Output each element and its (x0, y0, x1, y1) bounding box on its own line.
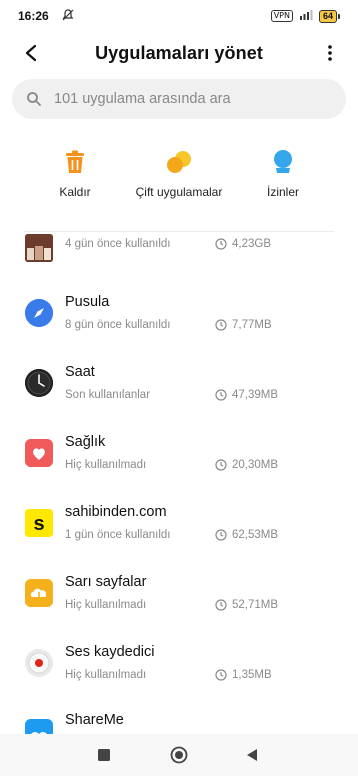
page-title: Uygulamaları yönet (95, 42, 263, 63)
app-usage: 8 gün önce kullanıldı (65, 319, 171, 331)
health-icon (25, 439, 53, 467)
more-vert-icon (328, 45, 332, 61)
app-size-group: 20,30MB (215, 459, 278, 471)
photo-thumb-icon (25, 234, 53, 262)
uninstall-label: Kaldır (59, 185, 91, 199)
clock-icon (215, 669, 227, 681)
app-size-group: 52,71MB (215, 599, 278, 611)
mute-icon (61, 8, 75, 25)
list-item[interactable]: Ses kaydedici Hiç kullanılmadı 1,35MB (0, 634, 358, 704)
permissions-label: İzinler (266, 185, 299, 199)
vpn-badge: VPN (270, 10, 293, 22)
app-usage: 4 gün önce kullanıldı (65, 238, 171, 250)
app-size: 62,53MB (232, 529, 279, 541)
clock-icon (215, 529, 227, 541)
search-icon (27, 92, 41, 106)
app-usage: Hiç kullanılmadı (65, 459, 147, 471)
back-arrow-icon (25, 44, 37, 62)
list-item[interactable]: Saat Son kullanılanlar 47,39MB (0, 354, 358, 424)
list-item[interactable]: Sarı sayfalar Hiç kullanılmadı 52,71MB (0, 564, 358, 634)
clock-app-icon (25, 369, 53, 397)
back-nav-button[interactable] (242, 745, 262, 765)
app-size-group: 62,53MB (215, 529, 278, 541)
dual-apps-action[interactable]: Çift uygulamalar (132, 148, 226, 199)
list-item[interactable]: Sağlık Hiç kullanılmadı 20,30MB (0, 424, 358, 494)
app-usage: Hiç kullanılmadı (65, 669, 147, 681)
status-time: 16:26 (18, 9, 49, 23)
app-size: 20,30MB (232, 459, 279, 471)
app-size-group: 1,35MB (215, 669, 272, 681)
app-name: ShareMe (65, 712, 124, 728)
recent-apps-button[interactable] (94, 745, 114, 765)
app-size: 4,23GB (232, 238, 271, 250)
app-list[interactable]: 4 gün önce kullanıldı 4,23GB Pusula 8 gü… (0, 232, 358, 736)
app-usage: Hiç kullanılmadı (65, 599, 147, 611)
back-button[interactable] (18, 40, 44, 66)
battery-icon: 64 (318, 9, 340, 23)
list-item[interactable]: 4 gün önce kullanıldı 4,23GB (0, 232, 358, 290)
square-icon (98, 749, 110, 761)
app-size: 47,39MB (232, 389, 279, 401)
yellow-pages-icon (25, 579, 53, 607)
app-name: sahibinden.com (65, 504, 167, 520)
search-box[interactable] (12, 79, 346, 119)
dual-apps-label: Çift uygulamalar (135, 185, 223, 199)
home-circle-icon (170, 746, 188, 764)
home-button[interactable] (169, 745, 189, 765)
app-name: Sarı sayfalar (65, 574, 147, 590)
signal-icon (299, 9, 313, 23)
clock-icon (215, 238, 227, 250)
header: Uygulamaları yönet (0, 36, 358, 70)
clock-icon (215, 459, 227, 471)
app-name: Sağlık (65, 434, 106, 450)
permissions-icon (269, 148, 297, 176)
recorder-icon (25, 649, 53, 677)
app-usage: Son kullanılanlar (65, 389, 151, 401)
app-size-group: 4,23GB (215, 238, 271, 250)
more-options-button[interactable] (320, 40, 340, 66)
app-size-group: 47,39MB (215, 389, 278, 401)
status-bar: 16:26 VPN 64 (0, 0, 358, 32)
app-name: Saat (65, 364, 95, 380)
clock-icon (215, 599, 227, 611)
clock-icon (215, 389, 227, 401)
battery-level: 64 (318, 9, 337, 23)
list-item[interactable]: Pusula 8 gün önce kullanıldı 7,77MB (0, 284, 358, 354)
svg-text:s: s (33, 513, 44, 535)
sahibinden-icon: s (25, 509, 53, 537)
dual-apps-icon (165, 148, 193, 176)
app-size: 1,35MB (232, 669, 272, 681)
search-input[interactable] (52, 90, 316, 108)
list-item[interactable]: s sahibinden.com 1 gün önce kullanıldı 6… (0, 494, 358, 564)
permissions-action[interactable]: İzinler (258, 148, 308, 199)
app-usage: 1 gün önce kullanıldı (65, 529, 171, 541)
app-size-group: 7,77MB (215, 319, 272, 331)
app-size: 7,77MB (232, 319, 272, 331)
navigation-bar (0, 734, 358, 776)
uninstall-action[interactable]: Kaldır (48, 148, 102, 199)
compass-icon (25, 299, 53, 327)
app-name: Pusula (65, 294, 110, 310)
app-size: 52,71MB (232, 599, 279, 611)
trash-icon (61, 148, 89, 176)
triangle-back-icon (247, 749, 257, 761)
list-item[interactable]: ShareMe (0, 704, 358, 736)
clock-icon (215, 319, 227, 331)
action-bar: Kaldır Çift uygulamalar İzinler (0, 148, 358, 208)
app-name: Ses kaydedici (65, 644, 155, 660)
